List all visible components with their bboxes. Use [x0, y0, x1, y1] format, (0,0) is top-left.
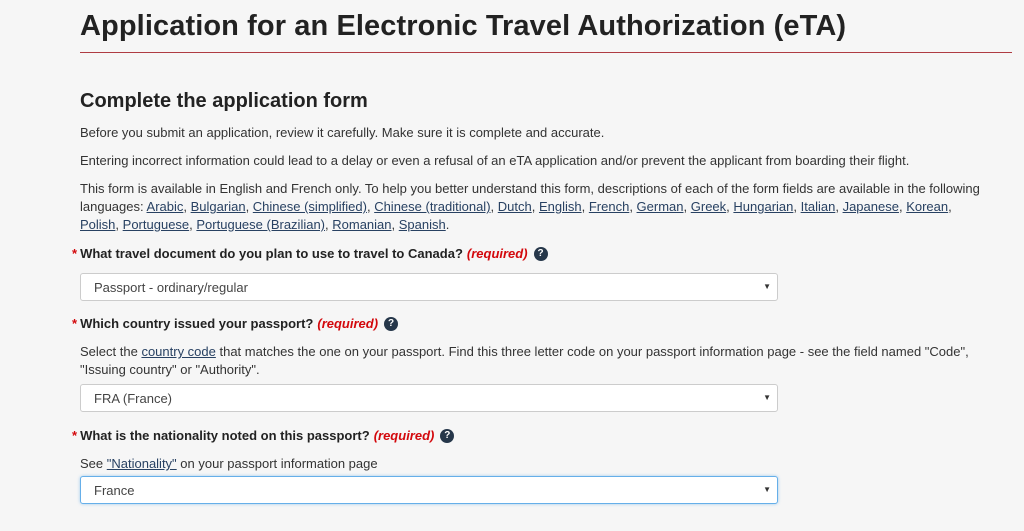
language-links: Arabic, Bulgarian, Chinese (simplified),… — [80, 199, 952, 232]
select-value: France — [94, 482, 135, 498]
required-label: (required) — [466, 246, 528, 261]
select-value: Passport - ordinary/regular — [94, 279, 248, 295]
language-link[interactable]: Chinese (traditional) — [374, 199, 490, 214]
help-icon[interactable]: ? — [533, 246, 548, 261]
language-link[interactable]: Hungarian — [733, 199, 793, 214]
question-label: What travel document do you plan to use … — [80, 246, 463, 261]
language-link[interactable]: German — [637, 199, 684, 214]
language-link[interactable]: English — [539, 199, 582, 214]
title-divider — [80, 52, 1012, 53]
section-title: Complete the application form — [80, 90, 368, 112]
travel-document-select[interactable]: Passport - ordinary/regular ▼ — [80, 273, 778, 301]
required-label: (required) — [317, 316, 379, 331]
hint-text: Select the — [80, 344, 142, 359]
page-title: Application for an Electronic Travel Aut… — [80, 10, 847, 42]
language-link[interactable]: Portuguese (Brazilian) — [196, 217, 325, 232]
language-link[interactable]: Italian — [801, 199, 836, 214]
issuing-country-select[interactable]: FRA (France) ▼ — [80, 384, 778, 412]
language-link[interactable]: French — [589, 199, 629, 214]
help-icon[interactable]: ? — [384, 316, 399, 331]
question-label: What is the nationality noted on this pa… — [80, 428, 370, 443]
nationality-link[interactable]: "Nationality" — [107, 456, 177, 471]
required-marker: * — [72, 316, 78, 331]
question-nationality: * What is the nationality noted on this … — [72, 428, 455, 443]
language-link[interactable]: Korean — [906, 199, 948, 214]
language-link[interactable]: Romanian — [332, 217, 391, 232]
select-value: FRA (France) — [94, 390, 173, 406]
language-link[interactable]: Dutch — [498, 199, 532, 214]
language-link[interactable]: Arabic — [147, 199, 184, 214]
required-marker: * — [72, 246, 78, 261]
intro-paragraph-1: Before you submit an application, review… — [80, 125, 605, 140]
hint-text: on your passport information page — [176, 456, 378, 471]
required-marker: * — [72, 428, 78, 443]
hint-text: See — [80, 456, 107, 471]
language-link[interactable]: Greek — [691, 199, 726, 214]
chevron-down-icon: ▼ — [763, 485, 771, 494]
help-icon[interactable]: ? — [440, 428, 455, 443]
language-link[interactable]: Portuguese — [123, 217, 190, 232]
intro-paragraph-languages: This form is available in English and Fr… — [80, 180, 992, 234]
chevron-down-icon: ▼ — [763, 282, 771, 291]
language-link[interactable]: Bulgarian — [191, 199, 246, 214]
nationality-select[interactable]: France ▼ — [80, 476, 778, 504]
question-label: Which country issued your passport? — [80, 316, 314, 331]
required-label: (required) — [373, 428, 435, 443]
language-link[interactable]: Chinese (simplified) — [253, 199, 367, 214]
language-link[interactable]: Spanish — [399, 217, 446, 232]
question-travel-document: * What travel document do you plan to us… — [72, 246, 548, 261]
page: Application for an Electronic Travel Aut… — [0, 0, 1024, 531]
nationality-hint: See "Nationality" on your passport infor… — [80, 455, 378, 473]
intro-paragraph-2: Entering incorrect information could lea… — [80, 153, 910, 168]
issuing-country-hint: Select the country code that matches the… — [80, 343, 1000, 379]
language-link[interactable]: Polish — [80, 217, 115, 232]
country-code-link[interactable]: country code — [141, 344, 215, 359]
language-link[interactable]: Japanese — [843, 199, 899, 214]
question-issuing-country: * Which country issued your passport? (r… — [72, 316, 399, 331]
chevron-down-icon: ▼ — [763, 393, 771, 402]
